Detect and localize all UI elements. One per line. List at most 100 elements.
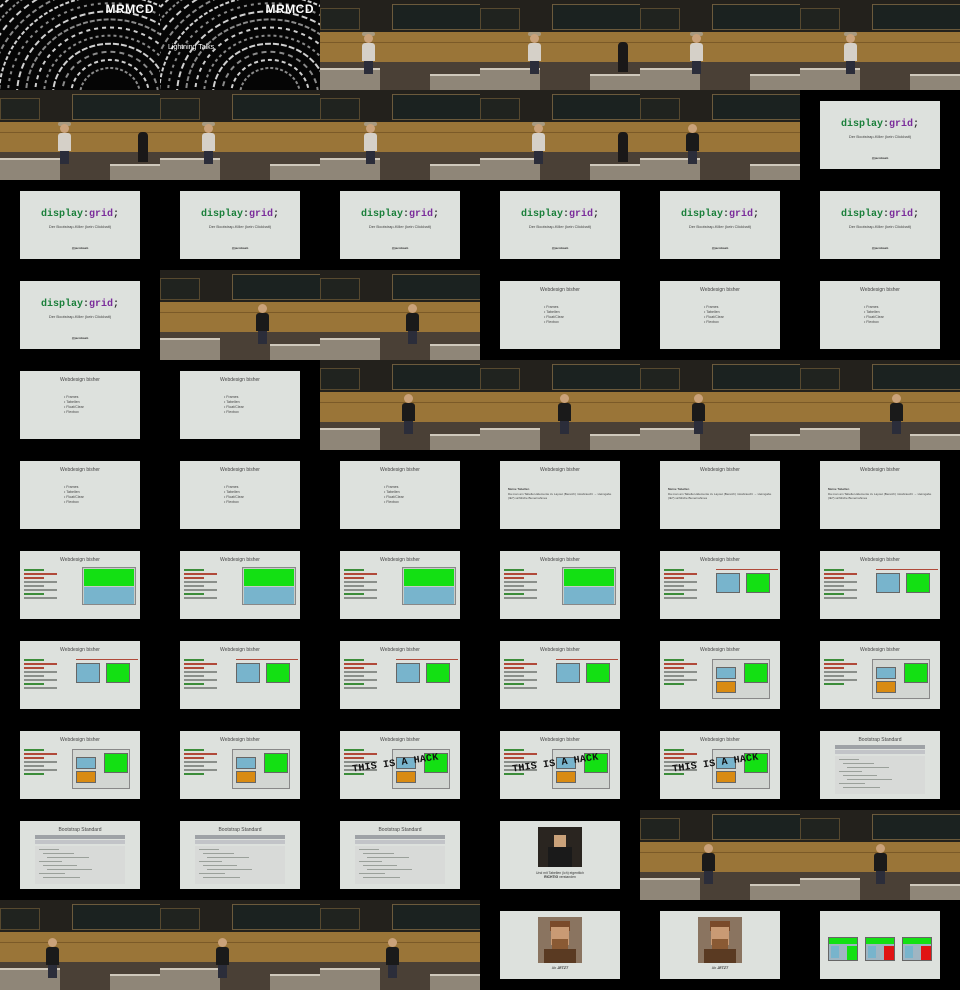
lecture-photo: [320, 270, 480, 360]
blue-col: [868, 946, 876, 958]
thumbnail[interactable]: Webdesign bisher FramesTabellenFloat/Clea…: [160, 360, 320, 450]
thumbnail[interactable]: Ab JETZT: [480, 900, 640, 990]
thumbnail[interactable]: display:grid; Der Bootstrap-Killer (kein …: [640, 180, 800, 270]
slide-tabellen: Webdesign bisher Meine Tabellen Da man am …: [660, 461, 780, 529]
code-sample: [355, 846, 445, 884]
thumbnail[interactable]: display:grid; Der Bootstrap-Killer (kein …: [800, 180, 960, 270]
divider-line: [716, 569, 778, 570]
thumbnail[interactable]: Webdesign bisher Meine Tabellen Da man am …: [480, 450, 640, 540]
slide-layout-side: Webdesign bisher: [820, 551, 940, 619]
speaker: [400, 394, 416, 434]
thumbnail[interactable]: [320, 0, 480, 90]
thumbnail[interactable]: [640, 810, 800, 900]
thumbnail[interactable]: [640, 90, 800, 180]
thumbnail[interactable]: [320, 90, 480, 180]
thumbnail[interactable]: display:grid; Der Bootstrap-Killer (kein …: [0, 270, 160, 360]
slide-webdesign-bisher: Webdesign bisher FramesTabellenFloat/Clea…: [20, 461, 140, 529]
thumbnail[interactable]: [800, 810, 960, 900]
thumbnail[interactable]: Webdesign bisher: [800, 630, 960, 720]
slide-title: Webdesign bisher: [540, 467, 580, 473]
thumbnail[interactable]: Webdesign bisher THIS IS A HACK: [320, 720, 480, 810]
orange-block: [876, 681, 896, 693]
thumbnail[interactable]: Webdesign bisher FramesTabellenFloat/Clea…: [800, 270, 960, 360]
thumbnail[interactable]: Webdesign bisher: [320, 630, 480, 720]
title-card: MRMCD: [0, 0, 160, 90]
thumbnail[interactable]: Bootstrap Standard: [160, 810, 320, 900]
slide-display-grid: display:grid; Der Bootstrap-Killer (kein …: [180, 191, 300, 259]
slide-body: Meine Tabellen Da man am Tabellen-Element…: [508, 487, 614, 500]
thumbnail[interactable]: [160, 90, 320, 180]
caption-emphasis: RICHTIG: [544, 875, 559, 879]
bullet-item: Flexbox: [864, 320, 884, 325]
bystander: [138, 132, 148, 162]
thumbnail[interactable]: Webdesign bisher FramesTabellenFloat/Clea…: [320, 450, 480, 540]
thumbnail[interactable]: Bootstrap Standard: [0, 810, 160, 900]
thumbnail[interactable]: [480, 0, 640, 90]
thumbnail[interactable]: Webdesign bisher: [640, 630, 800, 720]
thumbnail[interactable]: Webdesign bisher THIS IS A HACK: [480, 720, 640, 810]
thumbnail[interactable]: Webdesign bisher FramesTabellenFloat/Clea…: [160, 450, 320, 540]
code-value: grid: [409, 209, 434, 220]
thumbnail[interactable]: Webdesign bisher Meine Tabellen Da man am …: [640, 450, 800, 540]
thumbnail[interactable]: display:grid; Der Bootstrap-Killer (kein …: [480, 180, 640, 270]
thumbnail[interactable]: [0, 900, 160, 990]
thumbnail[interactable]: [800, 0, 960, 90]
lecture-photo: [160, 270, 320, 360]
thumbnail[interactable]: [640, 0, 800, 90]
thumbnail[interactable]: [160, 900, 320, 990]
thumbnail[interactable]: Webdesign bisher: [0, 720, 160, 810]
thumbnail[interactable]: [320, 360, 480, 450]
thumbnail[interactable]: Webdesign bisher THIS IS A HACK: [640, 720, 800, 810]
code-value: grid: [889, 209, 914, 220]
thumbnail[interactable]: Webdesign bisher Meine Tabellen Da man am …: [800, 450, 960, 540]
thumbnail[interactable]: Webdesign bisher: [0, 540, 160, 630]
thumbnail[interactable]: Webdesign bisher: [480, 540, 640, 630]
code-value: grid: [89, 299, 114, 310]
thumbnail[interactable]: Webdesign bisher FramesTabellenFloat/Clea…: [480, 270, 640, 360]
thumbnail[interactable]: [320, 900, 480, 990]
slide-layout-nested: Webdesign bisher: [820, 641, 940, 709]
thumbnail[interactable]: [800, 360, 960, 450]
thumbnail[interactable]: [800, 900, 960, 990]
thumbnail[interactable]: Webdesign bisher: [0, 630, 160, 720]
thumbnail[interactable]: [640, 360, 800, 450]
lecture-photo: [640, 360, 800, 450]
thumbnail[interactable]: [320, 270, 480, 360]
thumbnail[interactable]: Webdesign bisher: [160, 630, 320, 720]
green-block: [586, 663, 610, 683]
code-keyword: display: [680, 209, 723, 220]
thumbnail[interactable]: display:grid; Der Bootstrap-Killer (kein …: [0, 180, 160, 270]
speaker: [684, 124, 700, 164]
thumbnail[interactable]: Webdesign bisher FramesTabellenFloat/Clea…: [640, 270, 800, 360]
thumbnail[interactable]: display:grid; Der Bootstrap-Killer (kein …: [320, 180, 480, 270]
thumbnail[interactable]: [160, 270, 320, 360]
thumbnail[interactable]: Bootstrap Standard: [320, 810, 480, 900]
thumbnail[interactable]: Ab JETZT: [640, 900, 800, 990]
code-sample: [664, 569, 712, 601]
thumbnail[interactable]: Webdesign bisher: [160, 720, 320, 810]
code-value: grid: [729, 209, 754, 220]
thumbnail[interactable]: display:grid; Der Bootstrap-Killer (kein …: [160, 180, 320, 270]
thumbnail[interactable]: Webdesign bisher FramesTabellenFloat/Clea…: [0, 450, 160, 540]
thumbnail[interactable]: Webdesign bisher FramesTabellenFloat/Clea…: [0, 360, 160, 450]
thumbnail[interactable]: Webdesign bisher: [640, 540, 800, 630]
bullet-list: FramesTabellenFloat/ClearFlexbox: [224, 395, 244, 415]
slide-title: Webdesign bisher: [380, 737, 420, 743]
thumbnail[interactable]: Webdesign bisher: [800, 540, 960, 630]
thumbnail[interactable]: Und mit Tabellen (ich) eigentlich RICHTIG…: [480, 810, 640, 900]
thumbnail[interactable]: MRMCD: [0, 0, 160, 90]
thumbnail[interactable]: MRMCD Lightning Talks: [160, 0, 320, 90]
slide-title: Webdesign bisher: [700, 467, 740, 473]
thumbnail[interactable]: Webdesign bisher: [320, 540, 480, 630]
thumbnail[interactable]: [0, 90, 160, 180]
thumbnail[interactable]: Webdesign bisher: [480, 630, 640, 720]
thumbnail[interactable]: [480, 360, 640, 450]
thumbnail[interactable]: [480, 90, 640, 180]
thumbnail[interactable]: Bootstrap Standard: [800, 720, 960, 810]
speaker: [56, 122, 72, 164]
thumbnail[interactable]: display:grid; Der Bootstrap-Killer (kein …: [800, 90, 960, 180]
slide-title: Webdesign bisher: [540, 557, 580, 563]
slide-tabellen: Webdesign bisher Meine Tabellen Da man am …: [820, 461, 940, 529]
thumbnail[interactable]: Webdesign bisher: [160, 540, 320, 630]
code-sample: [835, 756, 925, 794]
